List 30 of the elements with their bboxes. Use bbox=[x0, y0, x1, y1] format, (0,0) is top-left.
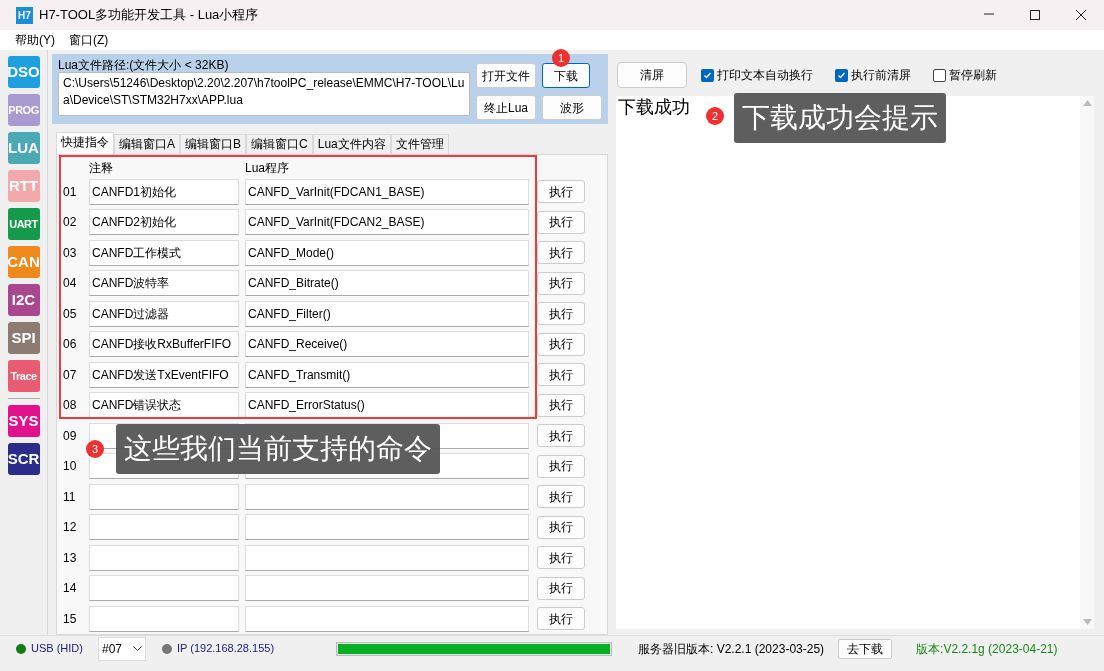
column-header: Lua程序 bbox=[245, 159, 290, 177]
row-number: 11 bbox=[63, 488, 77, 506]
callout-tooltip: 下载成功会提示 bbox=[734, 93, 946, 143]
window-title: H7-TOOL多功能开发工具 - Lua小程序 bbox=[39, 6, 259, 25]
server-version: 服务器旧版本: V2.2.1 (2023-03-25) bbox=[638, 640, 825, 658]
row-number: 01 bbox=[63, 183, 78, 201]
checkbox-label: 暂停刷新 bbox=[949, 67, 997, 84]
row-number: 13 bbox=[63, 549, 78, 567]
column-header: 注释 bbox=[89, 159, 114, 177]
row-number: 12 bbox=[63, 519, 78, 537]
ip-status: IP (192.168.28.155) bbox=[177, 641, 275, 657]
app-icon: H7 bbox=[16, 6, 33, 24]
output-text: 下载成功 bbox=[618, 97, 690, 117]
callout-tooltip: 这些我们当前支持的命令 bbox=[116, 424, 440, 474]
row-number: 07 bbox=[63, 366, 78, 384]
row-number: 14 bbox=[63, 580, 78, 598]
row-number: 02 bbox=[63, 214, 78, 232]
row-number: 10 bbox=[63, 458, 78, 476]
field-label: Lua文件路径:(文件大小 < 32KB) bbox=[58, 57, 230, 72]
checkbox-label: 执行前清屏 bbox=[851, 67, 911, 84]
usb-status: USB (HID) bbox=[31, 641, 83, 657]
row-number: 08 bbox=[63, 397, 78, 415]
checkbox-label: 打印文本自动换行 bbox=[717, 67, 813, 84]
version-text: 版本:V2.2.1g (2023-04-21) bbox=[916, 640, 1058, 658]
row-number: 04 bbox=[63, 275, 78, 293]
row-number: 15 bbox=[63, 610, 78, 628]
row-number: 05 bbox=[63, 305, 78, 323]
row-number: 06 bbox=[63, 336, 78, 354]
row-number: 09 bbox=[63, 427, 78, 445]
row-number: 03 bbox=[63, 244, 78, 262]
